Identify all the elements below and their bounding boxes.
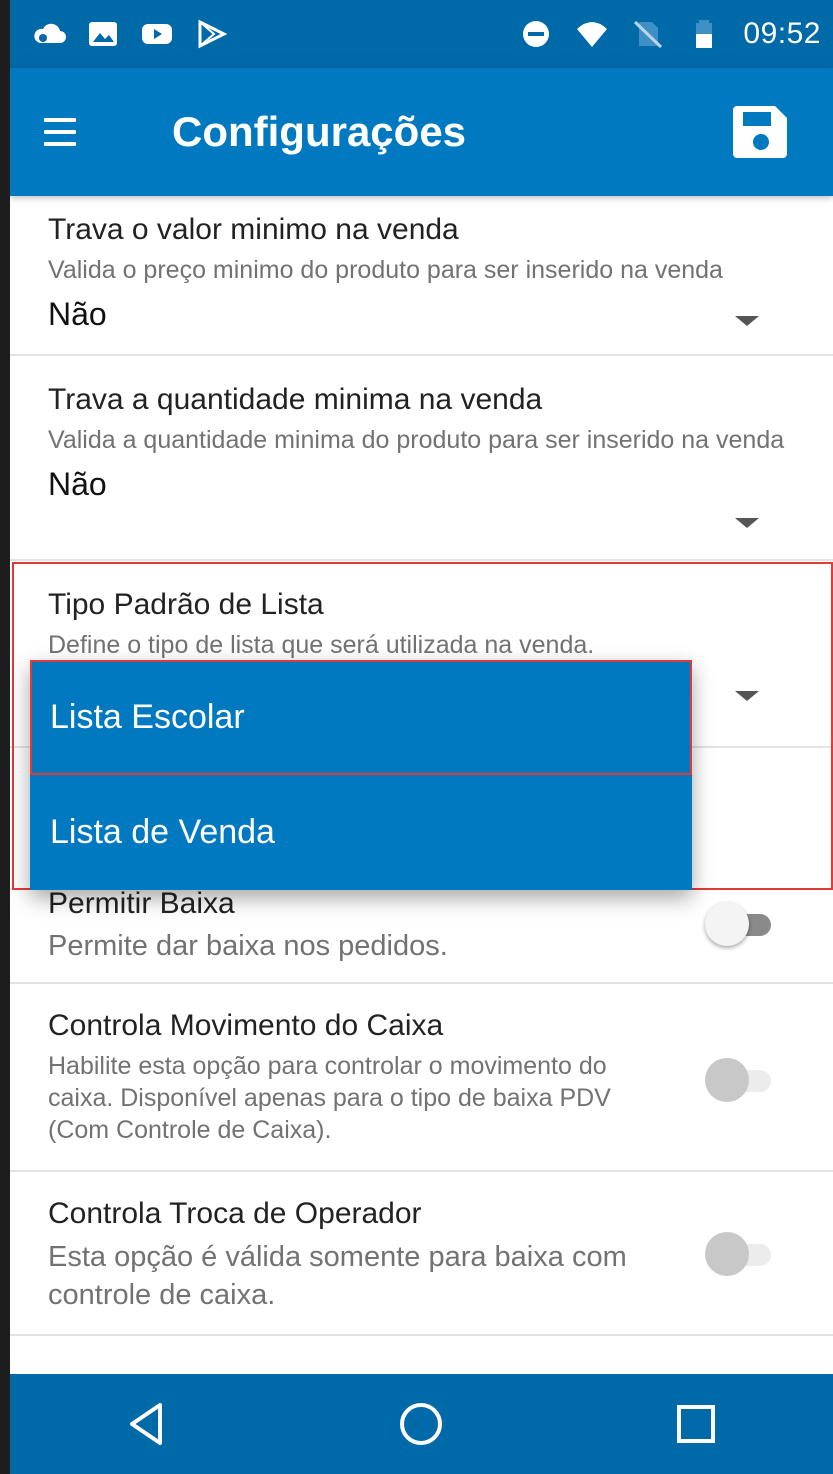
setting-permitir-baixa[interactable]: Permitir Baixa Permite dar baixa nos ped…	[10, 884, 833, 984]
setting-description: Valida a quantidade minima do produto pa…	[48, 426, 785, 454]
chevron-down-icon	[735, 316, 759, 326]
controla-movimento-toggle[interactable]	[705, 1056, 777, 1104]
page-title: Configurações	[172, 108, 467, 155]
wifi-icon	[577, 22, 608, 47]
chevron-down-icon	[735, 518, 759, 528]
setting-title: Trava a quantidade minima na venda	[48, 383, 543, 416]
dropdown-option-label: Lista Escolar	[50, 698, 245, 736]
save-icon[interactable]	[731, 102, 791, 162]
navigation-bar	[10, 1374, 833, 1474]
controla-troca-toggle[interactable]	[705, 1230, 777, 1278]
dropdown-option-lista-venda[interactable]: Lista de Venda	[30, 775, 692, 890]
setting-description: Valida o preço minimo do produto para se…	[48, 256, 723, 284]
recents-icon[interactable]	[656, 1384, 736, 1464]
setting-description: Permite dar baixa nos pedidos.	[48, 930, 448, 962]
setting-controla-movimento[interactable]: Controla Movimento do Caixa Habilite est…	[10, 984, 833, 1172]
app-bar: Configurações	[10, 68, 833, 196]
dropdown-option-label: Lista de Venda	[50, 813, 275, 851]
setting-title: Tipo Padrão de Lista	[48, 588, 324, 621]
setting-title: Permitir Baixa	[48, 887, 235, 920]
setting-min-value[interactable]: Trava o valor minimo na venda Valida o p…	[10, 196, 833, 356]
setting-min-quantity[interactable]: Trava a quantidade minima na venda Valid…	[10, 356, 833, 561]
setting-title: Trava o valor minimo na venda	[48, 213, 459, 246]
setting-value: Não	[48, 296, 107, 332]
home-icon[interactable]	[381, 1384, 461, 1464]
setting-description: Habilite esta opção para controlar o mov…	[48, 1052, 611, 1144]
chevron-down-icon	[735, 691, 759, 701]
status-bar: 09:52	[10, 0, 833, 68]
play-store-icon	[198, 19, 228, 49]
permitir-baixa-toggle[interactable]	[705, 900, 777, 948]
youtube-icon	[142, 24, 172, 44]
battery-icon	[696, 20, 713, 48]
setting-title: Controla Troca de Operador	[48, 1197, 422, 1230]
no-sim-icon	[634, 20, 663, 49]
setting-title: Controla Movimento do Caixa	[48, 1009, 444, 1042]
screen: 09:52 Configurações Trava o valor minimo…	[10, 0, 833, 1474]
setting-controla-troca[interactable]: Controla Troca de Operador Esta opção é …	[10, 1172, 833, 1336]
setting-value: Não	[48, 466, 107, 502]
clock: 09:52	[743, 17, 821, 50]
dropdown-option-lista-escolar[interactable]: Lista Escolar	[30, 660, 692, 775]
setting-description: Define o tipo de lista que será utilizad…	[48, 631, 595, 659]
do-not-disturb-icon	[523, 21, 550, 47]
list-type-dropdown: Lista Escolar Lista de Venda	[30, 660, 692, 890]
menu-icon[interactable]	[44, 102, 104, 162]
cloud-icon	[34, 23, 66, 43]
back-icon[interactable]	[107, 1384, 187, 1464]
setting-description: Esta opção é válida somente para baixa c…	[48, 1241, 627, 1311]
image-icon	[89, 22, 117, 46]
